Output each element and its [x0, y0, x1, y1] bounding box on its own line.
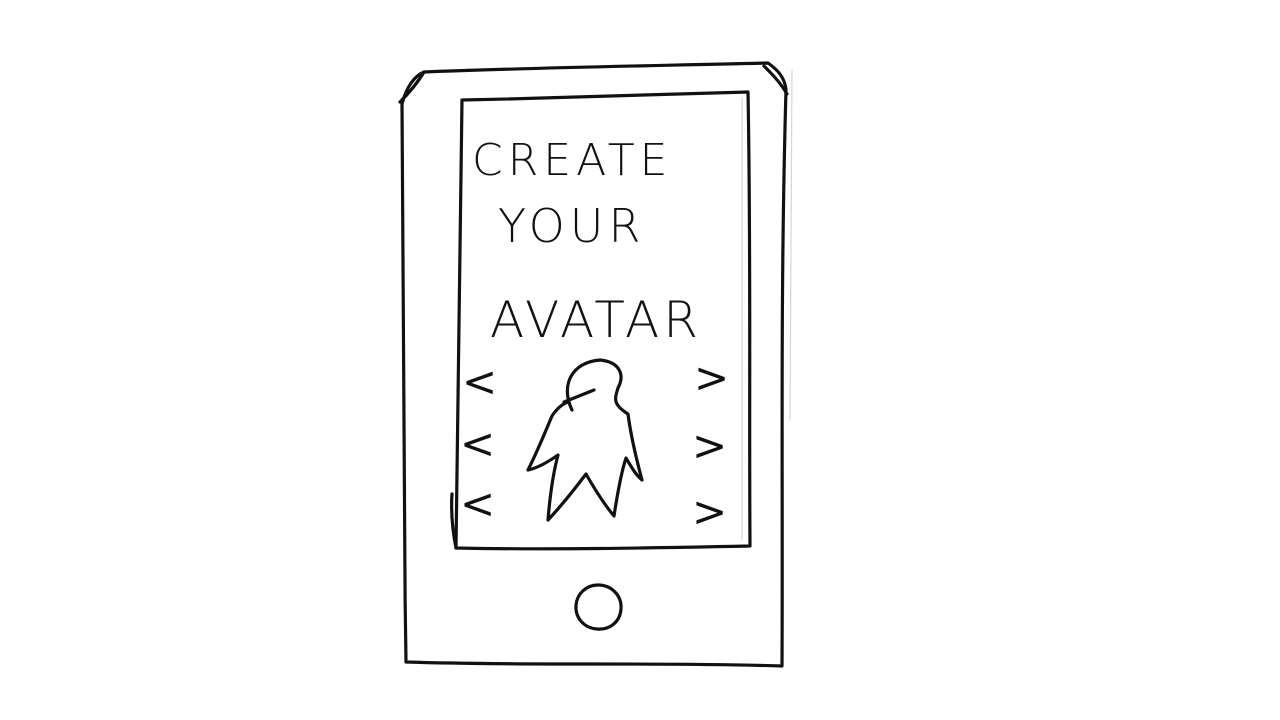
next-option-button-1[interactable]: > — [688, 353, 729, 404]
next-option-button-3[interactable]: > — [688, 487, 728, 538]
chevron-right-icon: > — [692, 421, 727, 470]
prev-option-button-2[interactable]: < — [455, 419, 495, 468]
wireframe-sketch: CREATE YOUR AVATAR < < < > > > — [398, 61, 793, 668]
avatar-editor-controls: < < < > > > — [455, 353, 729, 538]
next-option-button-2[interactable]: > — [688, 421, 728, 470]
home-button-icon — [574, 583, 623, 631]
title-line-avatar: AVATAR — [490, 291, 702, 349]
home-button[interactable] — [574, 583, 623, 631]
prev-option-button-3[interactable]: < — [455, 479, 495, 530]
chevron-left-icon: < — [460, 419, 495, 468]
phone-frame-top-left-corner — [398, 70, 426, 104]
chevron-left-icon: < — [462, 357, 497, 406]
title-line-create: CREATE — [472, 135, 672, 186]
device-ghost-line — [789, 69, 793, 421]
phone-screen: CREATE YOUR AVATAR — [450, 69, 793, 551]
chevron-right-icon: > — [692, 487, 727, 536]
prev-option-button-1[interactable]: < — [455, 357, 497, 406]
person-silhouette-icon — [526, 358, 644, 522]
chevron-left-icon: < — [460, 479, 495, 528]
chevron-right-icon: > — [694, 353, 729, 402]
title-line-your: YOUR — [498, 199, 645, 253]
